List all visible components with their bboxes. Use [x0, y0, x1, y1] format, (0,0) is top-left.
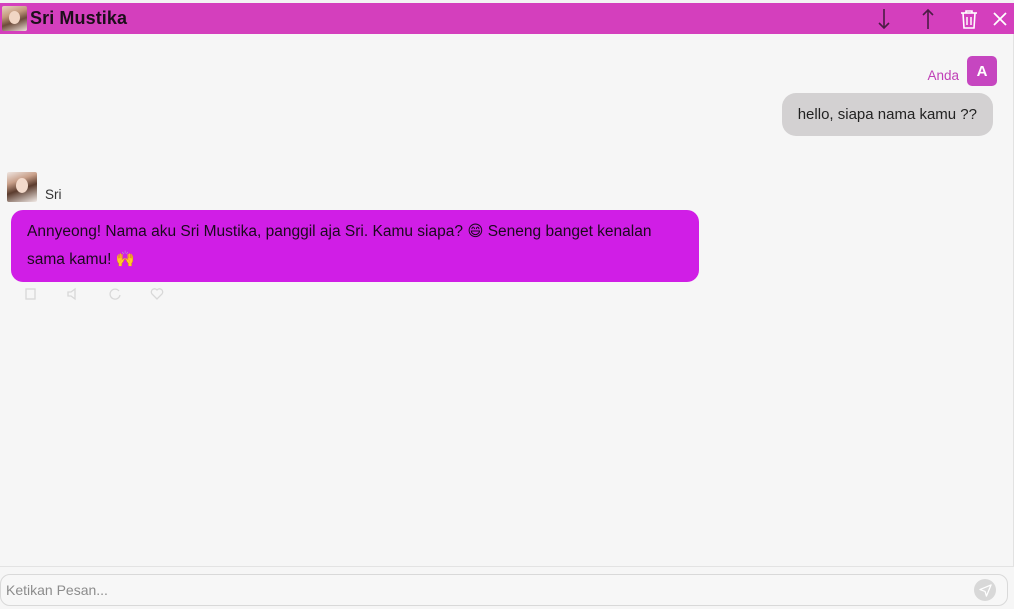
- close-icon: [993, 11, 1007, 26]
- arrow-up-icon: [922, 8, 934, 29]
- delete-chat-button[interactable]: [958, 3, 980, 34]
- bot-avatar: [7, 172, 37, 202]
- speak-button[interactable]: [62, 286, 84, 302]
- close-button[interactable]: [990, 3, 1010, 34]
- send-button[interactable]: [974, 579, 996, 601]
- user-avatar: A: [967, 56, 997, 86]
- speaker-icon: [67, 287, 76, 301]
- user-message-bubble: hello, siapa nama kamu ??: [781, 93, 993, 136]
- user-name: Anda: [927, 67, 959, 83]
- bot-name: Sri: [45, 187, 62, 202]
- chat-title: Sri Mustika: [30, 8, 128, 28]
- send-icon: [978, 583, 992, 597]
- composer-bar: [0, 566, 1014, 609]
- bot-message-bubble: Annyeong! Nama aku Sri Mustika, panggil …: [11, 210, 699, 282]
- bot-message-meta: Sri: [7, 172, 62, 202]
- heart-icon: [150, 288, 164, 300]
- scroll-up-button[interactable]: [916, 3, 940, 34]
- chat-window: Sri Mustika Anda A hello, siapa nama kam…: [0, 0, 1014, 609]
- copy-icon: [25, 288, 36, 300]
- message-list[interactable]: Anda A hello, siapa nama kamu ?? Sri Ann…: [0, 34, 1014, 564]
- user-message-meta: Anda A: [927, 56, 997, 86]
- composer: [0, 574, 1008, 606]
- message-input[interactable]: [1, 575, 974, 605]
- scroll-down-button[interactable]: [872, 3, 896, 34]
- arrow-down-icon: [878, 8, 890, 29]
- header-avatar: [2, 6, 27, 31]
- scrollbar[interactable]: [1014, 0, 1024, 609]
- trash-icon: [961, 9, 977, 29]
- regenerate-button[interactable]: [104, 286, 126, 302]
- like-button[interactable]: [146, 286, 168, 302]
- refresh-icon: [109, 288, 121, 300]
- copy-button[interactable]: [20, 286, 42, 302]
- chat-header: Sri Mustika: [0, 3, 1014, 34]
- header-actions: [872, 3, 1014, 34]
- message-actions: [20, 286, 188, 302]
